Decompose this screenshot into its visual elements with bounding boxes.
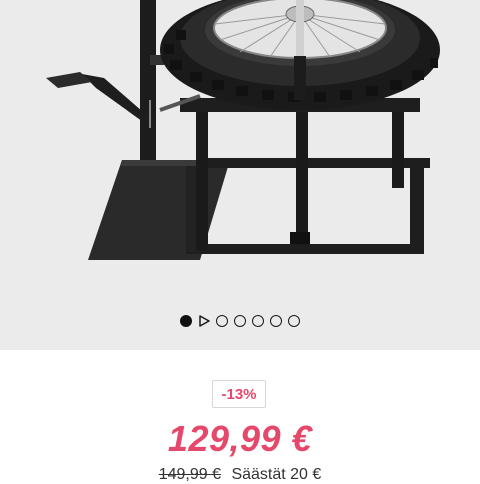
carousel-dot[interactable] xyxy=(252,315,264,327)
carousel-dot[interactable] xyxy=(270,315,282,327)
price-section xyxy=(0,350,480,480)
carousel-dot[interactable] xyxy=(180,315,192,327)
carousel-dot[interactable] xyxy=(288,315,300,327)
carousel-dot[interactable] xyxy=(216,315,228,327)
carousel-dots xyxy=(0,313,480,329)
discount-badge: -13% xyxy=(212,380,266,408)
savings-text: Säästät 20 € xyxy=(231,466,322,483)
current-price: 129,99 € xyxy=(167,418,313,459)
product-image xyxy=(46,0,440,260)
old-price-row: 149,99 € Säästät 20 € xyxy=(0,466,480,484)
old-price: 149,99 € xyxy=(158,466,221,483)
carousel-dot[interactable] xyxy=(234,315,246,327)
product-gallery[interactable] xyxy=(0,0,480,350)
video-play-icon[interactable] xyxy=(198,315,210,327)
